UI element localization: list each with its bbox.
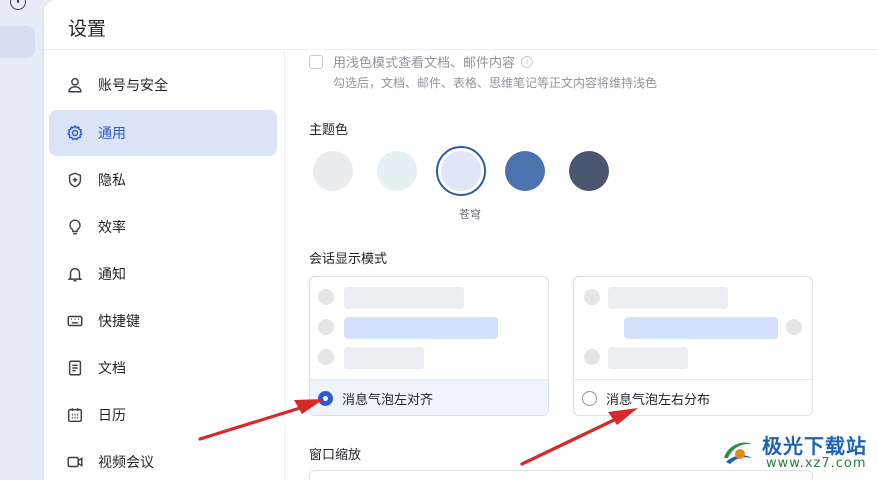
light-mode-label: 用浅色模式查看文档、邮件内容: [333, 56, 516, 71]
theme-color-label: 主题色: [309, 123, 349, 138]
radio-left-aligned[interactable]: [318, 391, 333, 406]
chat-mode-option-left[interactable]: 消息气泡左对齐: [310, 379, 548, 415]
shield-icon: [65, 170, 85, 190]
chat-mode-option-label: 消息气泡左右分布: [606, 393, 711, 408]
chat-mode-card-left-aligned[interactable]: 消息气泡左对齐: [309, 276, 549, 416]
sidebar-item-label: 通知: [98, 267, 126, 283]
settings-content: 用浅色模式查看文档、邮件内容 i 勾选后，文档、邮件、表格、思维笔记等正文内容将…: [284, 50, 878, 480]
calendar-icon: [65, 405, 85, 425]
sidebar-item-calendar[interactable]: 日历: [49, 392, 277, 438]
theme-swatch-mint[interactable]: [377, 151, 417, 191]
window-zoom-label: 窗口缩放: [309, 448, 362, 463]
sidebar-item-label: 账号与安全: [98, 78, 168, 94]
light-mode-option[interactable]: 用浅色模式查看文档、邮件内容 i: [309, 52, 534, 71]
sidebar-item-label: 效率: [98, 220, 126, 236]
page-title: 设置: [68, 18, 107, 40]
theme-swatch-canglong[interactable]: [441, 151, 481, 191]
sidebar-item-privacy[interactable]: 隐私: [49, 157, 277, 203]
chat-mode-card-distributed[interactable]: 消息气泡左右分布: [573, 276, 813, 416]
sidebar-item-documents[interactable]: 文档: [49, 345, 277, 391]
sidebar-item-label: 视频会议: [98, 455, 154, 471]
sidebar-item-notification[interactable]: 通知: [49, 251, 277, 297]
theme-swatch-slate[interactable]: [569, 151, 609, 191]
watermark-name: 极光下载站: [762, 434, 867, 458]
sidebar-item-label: 日历: [98, 408, 126, 424]
watermark: 极光下载站 www.xz7.com: [718, 426, 878, 480]
watermark-url: www.xz7.com: [766, 456, 867, 471]
sidebar-item-label: 快捷键: [98, 314, 140, 330]
light-mode-hint: 勾选后，文档、邮件、表格、思维笔记等正文内容将维持浅色: [333, 76, 658, 90]
theme-swatch-name: 苍穹: [459, 208, 481, 221]
theme-swatch-gray[interactable]: [313, 151, 353, 191]
user-icon: [65, 75, 85, 95]
settings-header: 设置: [44, 0, 878, 50]
sidebar-item-label: 通用: [98, 126, 126, 142]
settings-sidebar: 账号与安全 通用 隐私 效率 通知 快捷键 文档 日历 视频会议: [44, 50, 284, 480]
chat-mode-option-label: 消息气泡左对齐: [342, 393, 434, 408]
sidebar-item-account-security[interactable]: 账号与安全: [49, 62, 277, 108]
sidebar-item-label: 隐私: [98, 173, 126, 189]
bell-icon: [65, 264, 85, 284]
app-rail: [0, 0, 44, 480]
info-icon[interactable]: i: [521, 55, 534, 68]
sidebar-item-general[interactable]: 通用: [49, 110, 277, 156]
radio-distributed[interactable]: [582, 391, 597, 406]
rail-selected-item[interactable]: [0, 26, 35, 58]
sidebar-item-efficiency[interactable]: 效率: [49, 204, 277, 250]
light-mode-checkbox[interactable]: [309, 54, 323, 69]
chat-mode-option-distributed[interactable]: 消息气泡左右分布: [574, 379, 812, 415]
video-icon: [65, 452, 85, 472]
theme-swatch-blue[interactable]: [505, 151, 545, 191]
info-icon[interactable]: [10, 0, 26, 10]
chat-mode-preview: [310, 277, 548, 379]
document-icon: [65, 358, 85, 378]
sidebar-item-label: 文档: [98, 361, 126, 377]
sidebar-item-shortcuts[interactable]: 快捷键: [49, 298, 277, 344]
watermark-logo-icon: [724, 442, 752, 464]
gear-icon: [65, 123, 85, 143]
lightbulb-icon: [65, 217, 85, 237]
settings-window: 设置 账号与安全 通用 隐私 效率 通知 快捷键 文档 日历 视频会议 用浅色模…: [44, 0, 878, 480]
chat-mode-preview: [574, 277, 812, 379]
chat-mode-label: 会话显示模式: [309, 252, 388, 267]
keyboard-icon: [65, 311, 85, 331]
sidebar-item-video-meeting[interactable]: 视频会议: [49, 439, 277, 480]
